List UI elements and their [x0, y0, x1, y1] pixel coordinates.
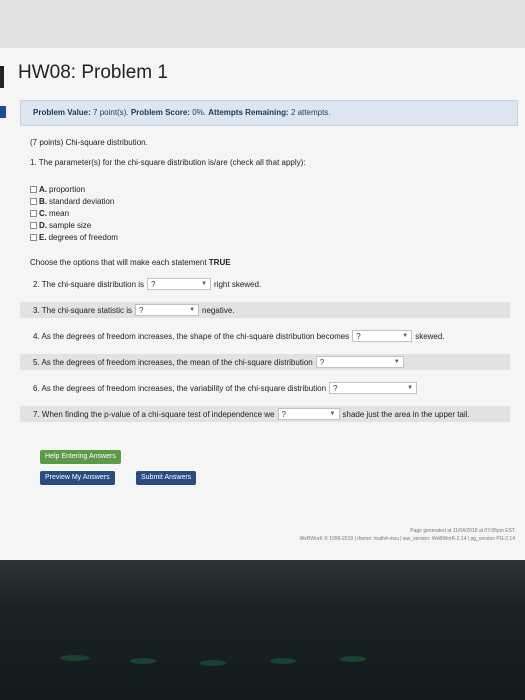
- chevron-down-icon: ▼: [407, 385, 414, 391]
- chevron-down-icon: ▼: [329, 411, 336, 417]
- preview-answers-button[interactable]: Preview My Answers: [40, 471, 115, 485]
- checkbox-b[interactable]: [30, 197, 37, 205]
- problem-score-label: Problem Score:: [130, 108, 190, 117]
- statement-4: 4. As the degrees of freedom increases, …: [20, 328, 510, 344]
- points-intro: (7 points) Chi-square distribution.: [30, 138, 148, 147]
- answer-select[interactable]: ? ▼: [277, 408, 340, 420]
- statement-after: shade just the area in the upper tail.: [342, 409, 470, 419]
- answer-select[interactable]: ? ▼: [352, 330, 413, 342]
- problem-value: 7 point(s).: [93, 108, 129, 117]
- option-letter: B.: [39, 196, 47, 206]
- browser-top-band: [0, 0, 525, 48]
- option-letter: E.: [39, 232, 47, 242]
- answer-select[interactable]: ? ▼: [147, 278, 212, 290]
- instructions-true: TRUE: [208, 258, 231, 267]
- select-value: ?: [319, 357, 325, 367]
- statement-text: 5. As the degrees of freedom increases, …: [33, 357, 313, 367]
- checkbox-e[interactable]: [30, 233, 37, 241]
- statement-text: 4. As the degrees of freedom increases, …: [33, 331, 350, 341]
- option-letter: D.: [39, 220, 47, 230]
- statement-after: right skewed.: [214, 279, 262, 289]
- statement-6: 6. As the degrees of freedom increases, …: [20, 380, 510, 396]
- keyboard-area: [0, 560, 525, 700]
- option-text: mean: [49, 208, 70, 218]
- statement-text: 6. As the degrees of freedom increases, …: [33, 383, 327, 393]
- option-letter: C.: [39, 208, 47, 218]
- keyboard-glow: [130, 658, 156, 664]
- footer-version: WeBWorK © 1996-2019 | theme: math4-msu |…: [299, 536, 515, 542]
- option-text: degrees of freedom: [48, 232, 118, 242]
- submit-answers-button[interactable]: Submit Answers: [136, 471, 197, 485]
- option-c[interactable]: C. mean: [30, 208, 69, 218]
- keyboard-glow: [340, 656, 366, 662]
- footer-generated: Page generated at 11/04/2019 at 07:05pm …: [410, 528, 515, 534]
- option-letter: A.: [39, 184, 47, 194]
- attempts-label: Attempts Remaining:: [208, 108, 289, 117]
- statement-text: 3. The chi-square statistic is: [33, 305, 133, 315]
- select-value: ?: [151, 279, 156, 289]
- select-value: ?: [356, 331, 361, 341]
- keyboard-glow: [200, 660, 226, 666]
- statement-after: negative.: [202, 305, 235, 315]
- chevron-down-icon: ▼: [201, 281, 208, 287]
- option-text: proportion: [49, 184, 86, 194]
- page-title: HW08: Problem 1: [18, 62, 168, 83]
- checkbox-d[interactable]: [30, 221, 37, 229]
- keyboard-glow: [270, 658, 296, 664]
- select-value: ?: [333, 383, 338, 393]
- question-1: 1. The parameter(s) for the chi-square d…: [30, 158, 306, 167]
- answer-select[interactable]: ? ▼: [135, 304, 200, 316]
- problem-info-bar: Problem Value: 7 point(s). Problem Score…: [20, 100, 518, 126]
- attempts-value: 2 attempts.: [290, 108, 331, 117]
- instructions-text: Choose the options that will make each s…: [30, 258, 207, 267]
- statement-text: 7. When finding the p-value of a chi-squ…: [33, 409, 275, 419]
- problem-value-label: Problem Value:: [33, 108, 91, 117]
- chevron-down-icon: ▼: [402, 333, 409, 339]
- statement-text: 2. The chi-square distribution is: [33, 279, 145, 289]
- answer-select[interactable]: ? ▼: [329, 382, 418, 394]
- answer-select[interactable]: ? ▼: [315, 356, 404, 368]
- statement-after: skewed.: [415, 331, 445, 341]
- checkbox-c[interactable]: [30, 209, 37, 217]
- statement-5: 5. As the degrees of freedom increases, …: [20, 354, 510, 370]
- option-text: sample size: [49, 220, 92, 230]
- problem-score: 0%.: [192, 108, 207, 117]
- info-marker: [0, 106, 6, 118]
- title-marker: [0, 66, 4, 88]
- option-text: standard deviation: [49, 196, 115, 206]
- select-value: ?: [139, 305, 144, 315]
- option-e[interactable]: E. degrees of freedom: [30, 232, 118, 242]
- statement-3: 3. The chi-square statistic is ? ▼ negat…: [20, 302, 510, 318]
- checkbox-a[interactable]: [30, 185, 37, 193]
- option-d[interactable]: D. sample size: [30, 220, 91, 230]
- select-value: ?: [281, 409, 286, 419]
- statement-2: 2. The chi-square distribution is ? ▼ ri…: [20, 276, 510, 292]
- option-b[interactable]: B. standard deviation: [30, 196, 114, 206]
- chevron-down-icon: ▼: [189, 307, 196, 313]
- statement-7: 7. When finding the p-value of a chi-squ…: [20, 406, 510, 422]
- option-a[interactable]: A. proportion: [30, 184, 85, 194]
- keyboard-glow: [60, 655, 90, 661]
- chevron-down-icon: ▼: [393, 359, 400, 365]
- help-entering-answers-button[interactable]: Help Entering Answers: [40, 450, 121, 464]
- instructions: Choose the options that will make each s…: [30, 258, 231, 267]
